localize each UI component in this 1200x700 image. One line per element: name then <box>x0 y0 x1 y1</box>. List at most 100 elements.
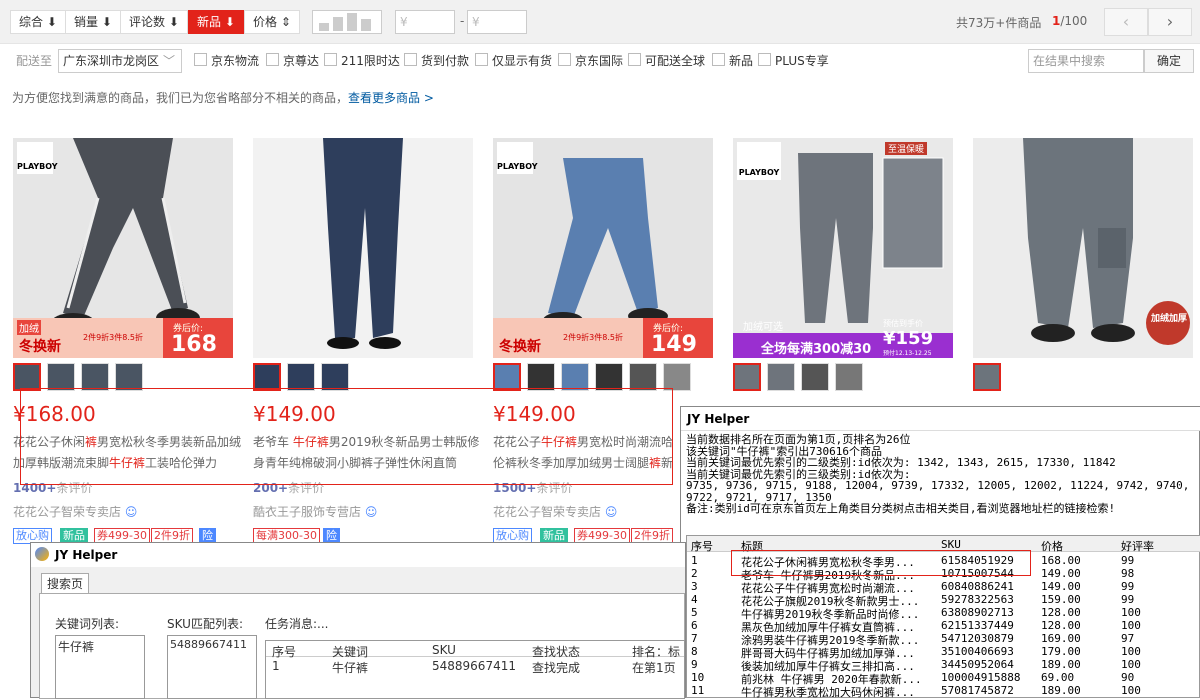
result-search-input[interactable]: 在结果中搜索 <box>1028 49 1144 73</box>
app-logo-icon <box>35 547 49 561</box>
filter-label: 京尊达 <box>283 54 320 68</box>
table-cell: 查找完成 <box>532 661 581 675</box>
thumbnail[interactable] <box>733 363 761 391</box>
table-cell: 57081745872 <box>941 684 1014 697</box>
sort-new-button[interactable]: 新品 ⬇ <box>188 10 244 34</box>
product-image-1[interactable]: PLAYBOY 加绒 冬换新 2件9折3件8.5折 券后价: 168 <box>13 138 233 358</box>
banner-price: ¥159 <box>883 328 934 349</box>
sort-comprehensive-button[interactable]: 综合 ⬇ <box>10 10 66 34</box>
thumbnail[interactable] <box>595 363 623 391</box>
price-min-input[interactable]: ¥ <box>395 10 455 34</box>
filter-checkbox-in-stock[interactable] <box>475 53 488 66</box>
chat-icon[interactable]: ☺ <box>605 505 618 519</box>
table-cell: 8 <box>691 645 698 658</box>
thumbnail[interactable] <box>287 363 315 391</box>
table-cell: 149.00 <box>1041 580 1081 593</box>
table-cell: 97 <box>1121 632 1135 645</box>
view-toggle-icon[interactable] <box>312 10 382 34</box>
thumbnail[interactable] <box>13 363 41 391</box>
sort-label: 价格 <box>253 15 278 29</box>
filter-checkbox-global[interactable] <box>628 53 641 66</box>
more-products-link[interactable]: 查看更多商品 > <box>348 91 434 105</box>
thumbnail[interactable] <box>321 363 349 391</box>
sort-label: 综合 <box>19 15 44 29</box>
table-cell: 100004915888 <box>941 671 1021 684</box>
product-image-4[interactable]: PLAYBOY 至温保暖 加绒可选 全场每满300减30 预估到手价 ¥159 … <box>733 138 953 358</box>
chat-icon[interactable]: ☺ <box>125 505 138 519</box>
table-cell: 35100406693 <box>941 645 1014 658</box>
product-image-3[interactable]: PLAYBOY 冬换新 2件9折3件8.5折 券后价: 149 <box>493 138 713 358</box>
table-cell: 100 <box>1121 606 1141 619</box>
table-cell: 60840886241 <box>941 580 1014 593</box>
filter-checkbox-jd-intl[interactable] <box>558 53 571 66</box>
product-image-5[interactable]: 加绒加厚 <box>973 138 1193 358</box>
thumbnail[interactable] <box>115 363 143 391</box>
thumbnail[interactable] <box>47 363 75 391</box>
shop-name[interactable]: 花花公子智荣专卖店 ☺ <box>493 503 617 520</box>
table-cell: 99 <box>1121 554 1135 567</box>
brand-logo: PLAYBOY <box>737 142 781 180</box>
filter-checkbox-jd-logistics[interactable] <box>194 53 207 66</box>
thumbnail[interactable] <box>527 363 555 391</box>
thumbnail[interactable] <box>493 363 521 391</box>
table-cell: 128.00 <box>1041 619 1081 632</box>
notice-text: 为方便您找到满意的商品，我们已为您省略部分不相关的商品， <box>12 91 349 105</box>
corner-tag: 加绒可选 <box>743 322 783 333</box>
column-header: 价格 <box>1041 540 1063 553</box>
filter-label: 新品 <box>729 54 754 68</box>
column-header: 查找状态 <box>532 645 581 659</box>
table-header <box>266 641 684 657</box>
filter-checkbox-211[interactable] <box>324 53 337 66</box>
chat-icon[interactable]: ☺ <box>365 505 378 519</box>
thumbnail[interactable] <box>663 363 691 391</box>
promo-tag: 冬换新 <box>499 339 541 355</box>
sku-list[interactable]: 54889667411 <box>167 635 257 699</box>
table-cell: 34450952064 <box>941 658 1014 671</box>
confirm-button[interactable]: 确定 <box>1144 49 1194 73</box>
table-cell: 179.00 <box>1041 645 1081 658</box>
task-message-label: 任务消息:... <box>265 617 329 631</box>
sort-sales-button[interactable]: 销量 ⬇ <box>65 10 121 34</box>
filter-checkbox-plus[interactable] <box>758 53 771 66</box>
thumbnail[interactable] <box>973 363 1001 391</box>
thumbnail[interactable] <box>629 363 657 391</box>
table-cell: 98 <box>1121 567 1135 580</box>
shop-name[interactable]: 花花公子智荣专卖店 ☺ <box>13 503 137 520</box>
highlight-box <box>20 388 673 485</box>
shop-name[interactable]: 酷衣王子服饰专营店 ☺ <box>253 503 377 520</box>
table-cell: 189.00 <box>1041 658 1081 671</box>
table-cell: 69.00 <box>1041 671 1075 684</box>
tab-search-page[interactable]: 搜索页 <box>41 573 89 593</box>
promo-tag: 冬换新 <box>19 339 61 355</box>
column-header: 排名：标 <box>632 645 681 659</box>
table-cell: 100 <box>1121 658 1141 671</box>
next-page-button[interactable]: › <box>1148 8 1192 36</box>
brand-logo: PLAYBOY <box>17 142 58 174</box>
sort-price-button[interactable]: 价格 ⇕ <box>244 10 300 34</box>
prev-page-button[interactable]: ‹ <box>1104 8 1148 36</box>
table-cell: 54889667411 <box>432 659 516 673</box>
filter-label: 货到付款 <box>421 54 470 68</box>
result-info: 当前数据排名所在页面为第1页,页排名为26位 该关键词"牛仔裤"索引出73061… <box>686 433 1190 515</box>
thumbnail[interactable] <box>801 363 829 391</box>
location-select[interactable]: 广东深圳市龙岗区 ﹀ <box>58 49 182 73</box>
filter-checkbox-new[interactable] <box>712 53 725 66</box>
thumbnail[interactable] <box>767 363 795 391</box>
thumbnail[interactable] <box>561 363 589 391</box>
thumbnail[interactable] <box>253 363 281 391</box>
sort-label: 销量 <box>74 15 99 29</box>
product-image-2[interactable] <box>253 138 473 358</box>
table-cell: 4 <box>691 593 698 606</box>
thumbnail[interactable] <box>835 363 863 391</box>
thumbnail[interactable] <box>81 363 109 391</box>
keyword-list[interactable]: 牛仔裤 <box>55 635 145 699</box>
promo-text: 2件9折3件8.5折 <box>83 333 143 342</box>
filter-checkbox-jingzunda[interactable] <box>266 53 279 66</box>
column-header: SKU <box>432 643 456 657</box>
table-cell: 6 <box>691 619 698 632</box>
filter-checkbox-cod[interactable] <box>404 53 417 66</box>
jeans-image <box>253 138 473 358</box>
banner-date: 预付12.13-12.25 <box>883 350 932 357</box>
price-max-input[interactable]: ¥ <box>467 10 527 34</box>
sort-comments-button[interactable]: 评论数 ⬇ <box>120 10 188 34</box>
